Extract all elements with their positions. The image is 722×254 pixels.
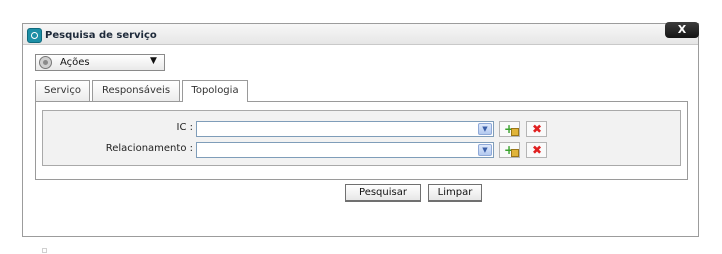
clear-button[interactable]: Limpar xyxy=(428,184,482,202)
ic-add-button[interactable]: + xyxy=(499,121,520,137)
chevron-down-icon: ▼ xyxy=(478,144,492,156)
relacionamento-label: Relacionamento : xyxy=(105,143,193,154)
close-button[interactable]: X xyxy=(665,22,699,38)
chevron-down-icon: ▼ xyxy=(478,123,492,135)
dialog-titlebar: Pesquisa de serviço X xyxy=(23,22,699,45)
topologia-tab-panel: IC : ▼ + ✖ Relacionamento : ▼ + ✖ xyxy=(35,101,688,180)
relacionamento-select[interactable]: ▼ xyxy=(196,142,494,158)
ic-label: IC : xyxy=(176,122,193,133)
actions-menu-label: Ações xyxy=(60,57,90,68)
tab-topologia[interactable]: Topologia xyxy=(182,80,248,102)
remove-icon: ✖ xyxy=(532,143,543,157)
dialog-title: Pesquisa de serviço xyxy=(45,30,157,41)
search-button[interactable]: Pesquisar xyxy=(345,184,421,202)
relacionamento-remove-button[interactable]: ✖ xyxy=(526,142,547,158)
ic-remove-button[interactable]: ✖ xyxy=(526,121,547,137)
relacionamento-add-button[interactable]: + xyxy=(499,142,520,158)
add-icon-badge xyxy=(511,128,519,136)
gear-icon xyxy=(39,56,52,69)
resize-handle xyxy=(42,248,47,253)
ic-select[interactable]: ▼ xyxy=(196,121,494,137)
chevron-down-icon: ▼ xyxy=(150,56,157,66)
search-dialog: Pesquisa de serviço X Ações ▼ Serviço Re… xyxy=(22,22,699,237)
topologia-form: IC : ▼ + ✖ Relacionamento : ▼ + ✖ xyxy=(42,110,681,166)
actions-menu-button[interactable]: Ações ▼ xyxy=(35,54,165,71)
tab-responsaveis[interactable]: Responsáveis xyxy=(92,80,180,101)
remove-icon: ✖ xyxy=(532,122,543,136)
app-logo-icon xyxy=(27,28,42,43)
add-icon-badge xyxy=(511,149,519,157)
tab-servico[interactable]: Serviço xyxy=(35,80,90,101)
